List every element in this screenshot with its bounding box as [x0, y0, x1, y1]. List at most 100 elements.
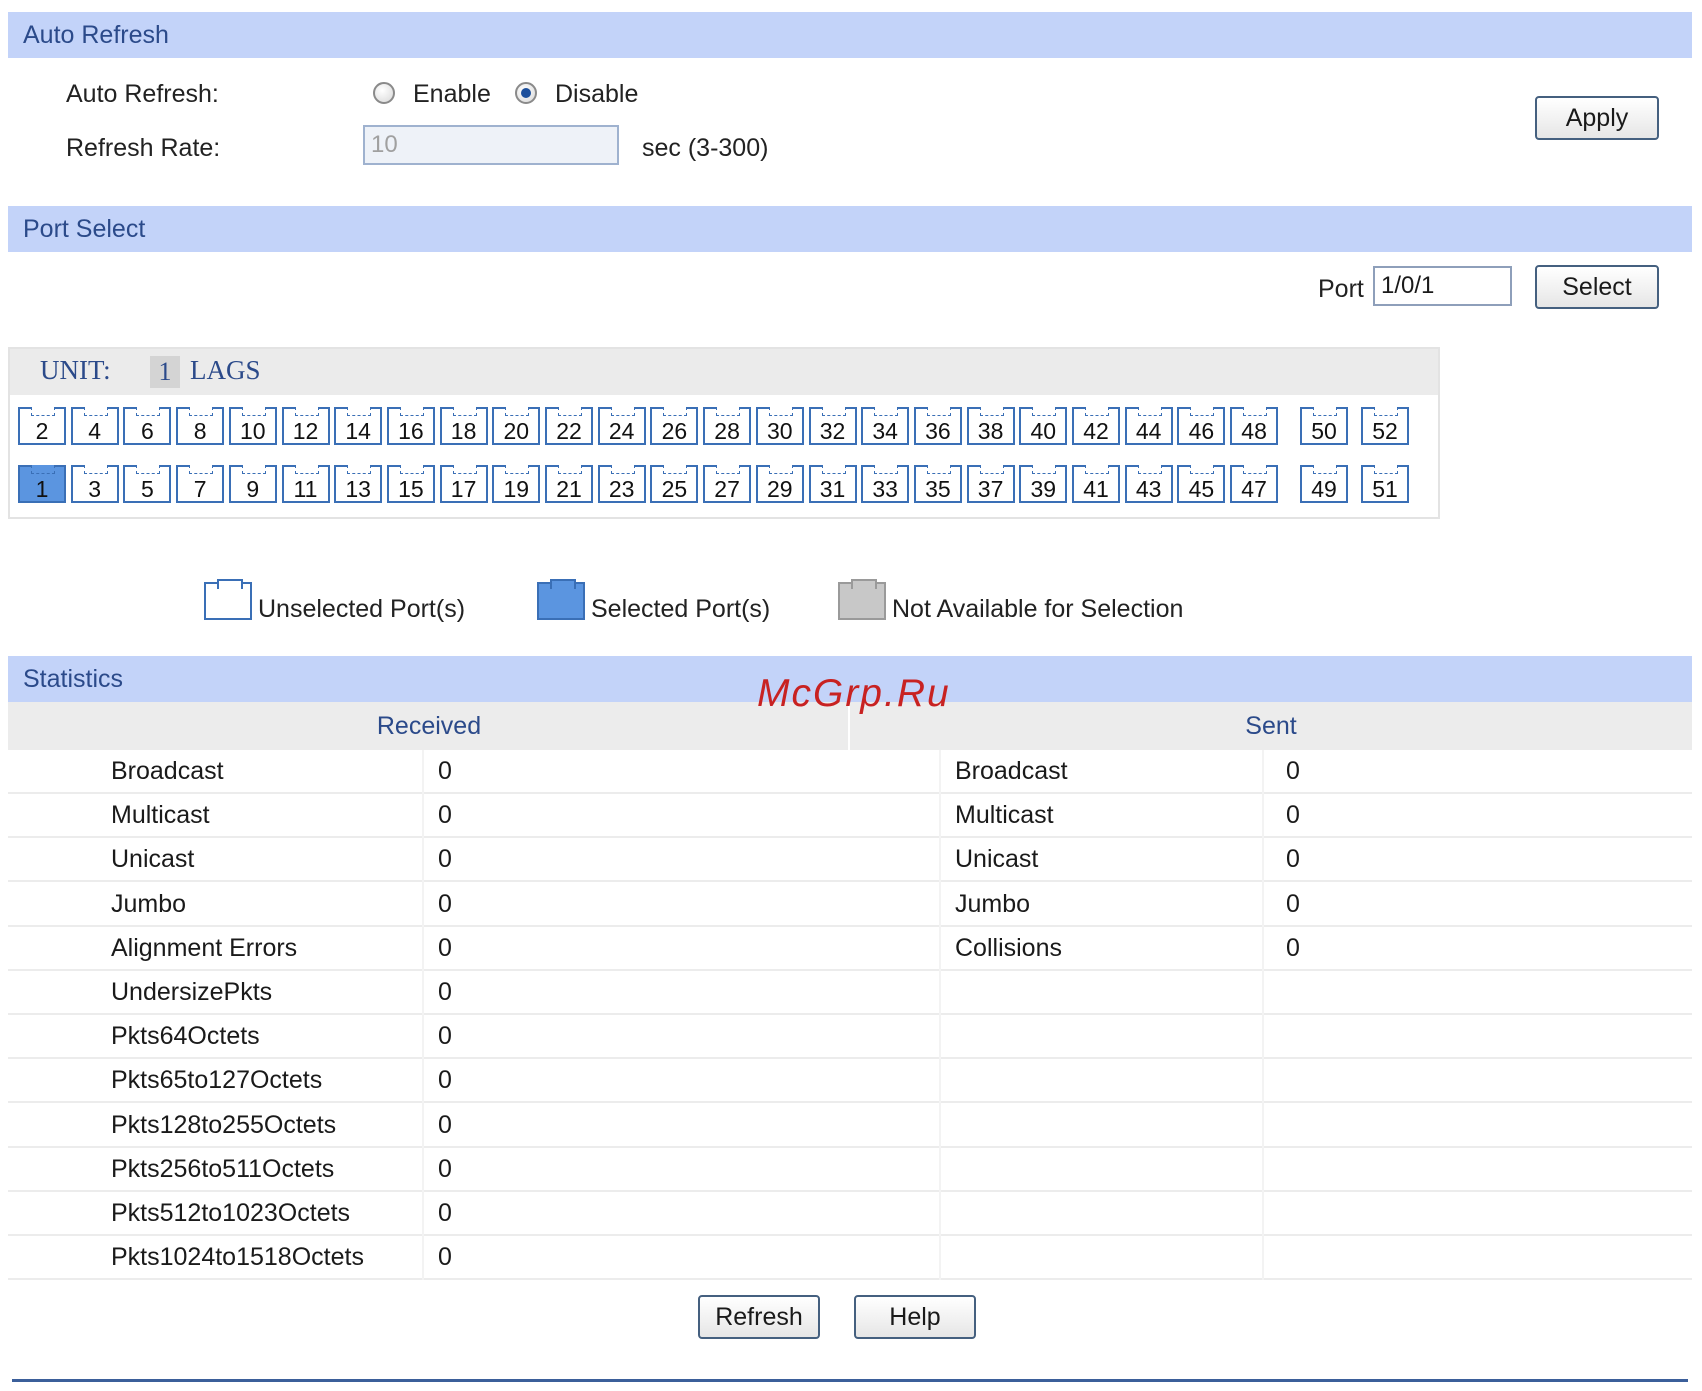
port-17[interactable]: 17 — [439, 465, 488, 503]
lags-tab[interactable]: LAGS — [190, 355, 261, 386]
sent-stat-name: Jumbo — [955, 889, 1031, 918]
unavailable-port-icon — [838, 579, 886, 620]
port-select-header: Port Select — [8, 206, 1692, 252]
port-32[interactable]: 32 — [808, 407, 857, 445]
port-49[interactable]: 49 — [1300, 465, 1348, 503]
port-7[interactable]: 7 — [176, 465, 225, 503]
port-26[interactable]: 26 — [650, 407, 699, 445]
sent-stat-value: 0 — [1286, 801, 1300, 830]
disable-radio[interactable] — [515, 82, 537, 104]
unit-1-tab[interactable]: 1 — [150, 356, 180, 388]
refresh-rate-label: Refresh Rate: — [66, 134, 221, 162]
port-18[interactable]: 18 — [439, 407, 488, 445]
port-27[interactable]: 27 — [703, 465, 752, 503]
port-11[interactable]: 11 — [281, 465, 330, 503]
received-stat-name: Pkts128to255Octets — [111, 1110, 337, 1139]
enable-radio[interactable] — [373, 82, 395, 104]
port-24[interactable]: 24 — [597, 407, 646, 445]
port-20[interactable]: 20 — [492, 407, 541, 445]
port-51[interactable]: 51 — [1361, 465, 1409, 503]
port-52[interactable]: 52 — [1361, 407, 1409, 445]
port-9[interactable]: 9 — [228, 465, 277, 503]
port-40[interactable]: 40 — [1019, 407, 1068, 445]
port-43[interactable]: 43 — [1124, 465, 1173, 503]
port-44[interactable]: 44 — [1124, 407, 1173, 445]
received-stat-name: Pkts64Octets — [111, 1022, 260, 1051]
received-stat-value: 0 — [438, 933, 452, 962]
port-13[interactable]: 13 — [334, 465, 383, 503]
port-4[interactable]: 4 — [70, 407, 119, 445]
port-38[interactable]: 38 — [966, 407, 1015, 445]
stats-row: Jumbo 0 Jumbo 0 — [8, 883, 1692, 927]
port-39[interactable]: 39 — [1019, 465, 1068, 503]
watermark: McGrp.Ru — [757, 672, 951, 715]
received-stat-name: Pkts65to127Octets — [111, 1066, 323, 1095]
port-33[interactable]: 33 — [861, 465, 910, 503]
port-41[interactable]: 41 — [1072, 465, 1120, 503]
received-stat-value: 0 — [438, 801, 452, 830]
refresh-rate-unit: sec (3-300) — [642, 134, 769, 162]
received-stat-name: Pkts256to511Octets — [111, 1154, 335, 1183]
received-stat-value: 0 — [438, 1022, 452, 1051]
refresh-button[interactable]: Refresh — [698, 1295, 820, 1339]
port-23[interactable]: 23 — [597, 465, 646, 503]
port-47[interactable]: 47 — [1230, 465, 1279, 503]
port-6[interactable]: 6 — [123, 407, 172, 445]
sent-stat-name: Multicast — [955, 801, 1054, 830]
received-stat-name: Multicast — [111, 801, 210, 830]
port-48[interactable]: 48 — [1230, 407, 1279, 445]
sent-title: Sent — [1245, 712, 1297, 740]
sent-stat-value: 0 — [1286, 889, 1300, 918]
received-stat-name: Unicast — [111, 845, 195, 874]
port-3[interactable]: 3 — [70, 465, 119, 503]
received-stat-name: UndersizePkts — [111, 978, 273, 1006]
port-35[interactable]: 35 — [913, 465, 962, 503]
received-stat-value: 0 — [438, 757, 452, 785]
received-stat-value: 0 — [438, 1154, 452, 1183]
port-45[interactable]: 45 — [1177, 465, 1226, 503]
port-22[interactable]: 22 — [545, 407, 593, 445]
stats-row: Pkts128to255Octets 0 — [8, 1104, 1692, 1148]
received-stat-value: 0 — [438, 1243, 452, 1272]
refresh-rate-input[interactable] — [363, 125, 619, 165]
unit-header: UNIT: 1 LAGS — [10, 349, 1438, 395]
received-stat-value: 0 — [438, 1110, 452, 1139]
port-12[interactable]: 12 — [281, 407, 330, 445]
port-8[interactable]: 8 — [176, 407, 225, 445]
port-37[interactable]: 37 — [966, 465, 1015, 503]
received-stat-name: Jumbo — [111, 889, 187, 918]
port-1[interactable]: 1 — [18, 465, 66, 503]
port-29[interactable]: 29 — [755, 465, 804, 503]
stats-row: Pkts65to127Octets 0 — [8, 1059, 1692, 1104]
received-stat-value: 0 — [438, 845, 452, 874]
port-25[interactable]: 25 — [650, 465, 699, 503]
help-button[interactable]: Help — [854, 1295, 976, 1339]
port-16[interactable]: 16 — [386, 407, 435, 445]
stats-row: Pkts512to1023Octets 0 — [8, 1192, 1692, 1236]
stats-row: Alignment Errors 0 Collisions 0 — [8, 927, 1692, 971]
port-19[interactable]: 19 — [492, 465, 541, 503]
port-31[interactable]: 31 — [808, 465, 857, 503]
sent-stat-value: 0 — [1286, 845, 1300, 874]
port-36[interactable]: 36 — [913, 407, 962, 445]
port-46[interactable]: 46 — [1177, 407, 1226, 445]
received-stat-value: 0 — [438, 1066, 452, 1095]
port-34[interactable]: 34 — [861, 407, 910, 445]
port-30[interactable]: 30 — [755, 407, 804, 445]
port-10[interactable]: 10 — [228, 407, 277, 445]
port-50[interactable]: 50 — [1300, 407, 1348, 445]
select-button[interactable]: Select — [1535, 265, 1659, 309]
stats-row: Broadcast 0 Broadcast 0 — [8, 750, 1692, 794]
disable-label: Disable — [555, 80, 639, 108]
port-input[interactable] — [1373, 266, 1512, 306]
port-5[interactable]: 5 — [123, 465, 172, 503]
port-42[interactable]: 42 — [1072, 407, 1120, 445]
port-21[interactable]: 21 — [545, 465, 593, 503]
sent-stat-value: 0 — [1286, 757, 1300, 785]
port-2[interactable]: 2 — [18, 407, 66, 445]
port-14[interactable]: 14 — [334, 407, 383, 445]
selected-port-icon — [537, 579, 585, 620]
apply-button[interactable]: Apply — [1535, 96, 1659, 140]
port-28[interactable]: 28 — [703, 407, 752, 445]
port-15[interactable]: 15 — [386, 465, 435, 503]
